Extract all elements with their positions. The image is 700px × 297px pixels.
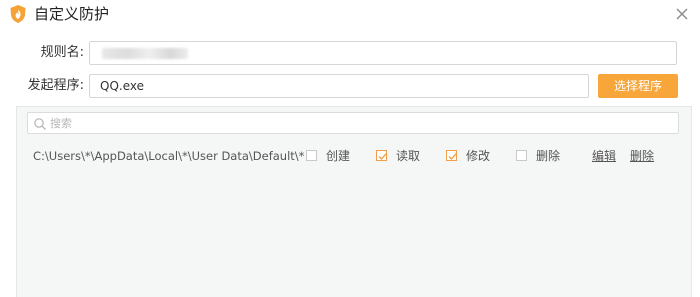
edit-rule-link[interactable]: 编辑 (592, 148, 616, 164)
rule-name-input[interactable] (89, 41, 677, 65)
program-label: 发起程序: (27, 78, 84, 93)
rule-name-redacted-value (102, 48, 188, 59)
rules-panel: C:\Users\*\AppData\Local\*\User Data\Def… (16, 106, 692, 297)
program-input[interactable]: QQ.exe (89, 74, 589, 98)
program-value: QQ.exe (100, 79, 144, 93)
permission-create-label: 创建 (326, 149, 351, 163)
search-icon (33, 116, 47, 130)
search-input[interactable] (50, 114, 650, 132)
table-row: C:\Users\*\AppData\Local\*\User Data\Def… (17, 145, 691, 167)
title-bar: 自定义防护 (0, 0, 700, 28)
shield-flame-icon (8, 4, 28, 24)
permission-modify-label: 修改 (466, 149, 491, 163)
checkbox-checked[interactable] (446, 150, 457, 161)
delete-rule-link[interactable]: 删除 (630, 148, 654, 164)
permission-delete-label: 删除 (536, 149, 561, 163)
select-program-button[interactable]: 选择程序 (598, 74, 678, 98)
rule-name-label: 规则名: (40, 45, 84, 60)
permission-read-label: 读取 (396, 149, 421, 163)
checkbox-unchecked[interactable] (516, 150, 527, 161)
checkbox-unchecked[interactable] (306, 150, 317, 161)
close-icon[interactable] (672, 4, 692, 24)
window-title: 自定义防护 (34, 5, 110, 23)
search-box[interactable] (27, 112, 679, 134)
rule-path: C:\Users\*\AppData\Local\*\User Data\Def… (33, 149, 305, 163)
checkbox-checked[interactable] (376, 150, 387, 161)
